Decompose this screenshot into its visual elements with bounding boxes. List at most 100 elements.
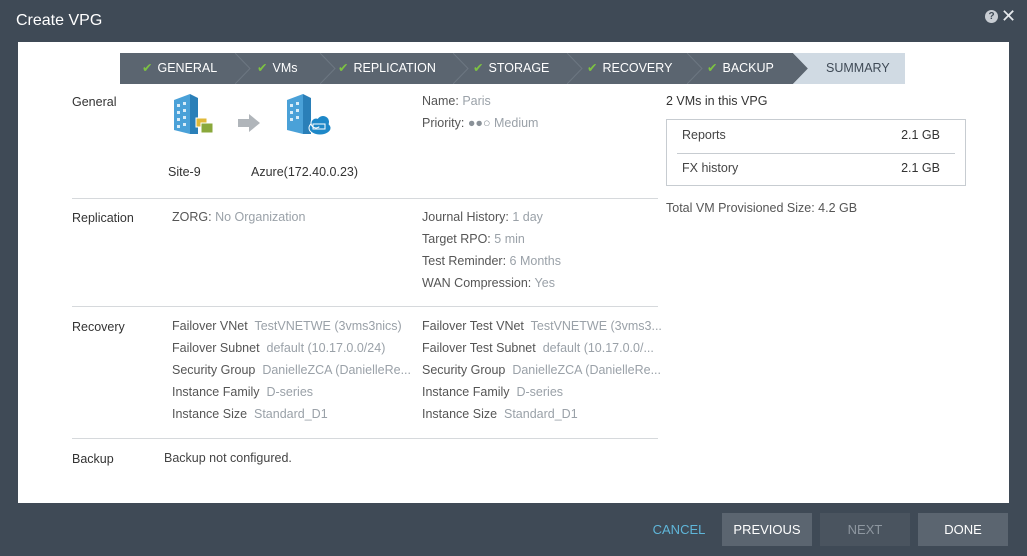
check-icon: ✔ — [142, 61, 153, 75]
journal-key: Journal History: — [422, 210, 509, 224]
reminder-value: 6 Months — [509, 254, 561, 268]
test-reminder-field: Test Reminder: 6 Months — [422, 254, 561, 268]
field-value: TestVNETWE (3vms3... — [530, 319, 662, 333]
vm-count-header: 2 VMs in this VPG — [666, 94, 768, 108]
vm-list: Reports 2.1 GB FX history 2.1 GB — [666, 119, 966, 186]
arrow-right-icon — [238, 114, 260, 132]
field-key: Instance Family — [422, 385, 510, 399]
zorg-value: No Organization — [215, 210, 306, 224]
recovery-field: Instance Family D-series — [422, 385, 563, 399]
step-backup[interactable]: ✔ BACKUP — [687, 53, 808, 84]
field-key: Security Group — [172, 363, 256, 377]
field-value: DanielleZCA (DanielleRe... — [262, 363, 412, 377]
divider — [72, 306, 658, 307]
step-summary[interactable]: SUMMARY — [793, 53, 905, 84]
check-icon: ✔ — [707, 61, 718, 75]
previous-button[interactable]: PREVIOUS — [722, 513, 812, 546]
vm-size: 2.1 GB — [901, 161, 940, 175]
done-button[interactable]: DONE — [918, 513, 1008, 546]
target-rpo-field: Target RPO: 5 min — [422, 232, 525, 246]
field-key: Instance Family — [172, 385, 260, 399]
journal-history-field: Journal History: 1 day — [422, 210, 543, 224]
rpo-value: 5 min — [494, 232, 525, 246]
target-site-name: Azure(172.40.0.23) — [251, 165, 359, 179]
field-value: Standard_D1 — [254, 407, 328, 421]
step-label: SUMMARY — [826, 61, 890, 75]
rpo-key: Target RPO: — [422, 232, 491, 246]
next-button[interactable]: NEXT — [820, 513, 910, 546]
step-label: REPLICATION — [353, 61, 436, 75]
priority-field: Priority: ●●○ Medium — [422, 116, 538, 130]
step-label: GENERAL — [157, 61, 218, 75]
priority-key: Priority: — [422, 116, 465, 130]
step-storage[interactable]: ✔ STORAGE — [453, 53, 582, 84]
step-replication[interactable]: ✔ REPLICATION — [320, 53, 468, 84]
recovery-field: Failover Test Subnet default (10.17.0.0/… — [422, 341, 654, 355]
name-field: Name: Paris — [422, 94, 491, 108]
backup-section-label: Backup — [72, 452, 114, 466]
step-label: VMs — [272, 61, 298, 75]
divider — [72, 198, 658, 199]
step-label: STORAGE — [488, 61, 550, 75]
field-key: Failover Test VNet — [422, 319, 524, 333]
cancel-button[interactable]: CANCEL — [640, 513, 718, 546]
journal-value: 1 day — [512, 210, 543, 224]
help-icon[interactable]: ? — [985, 10, 998, 23]
check-icon: ✔ — [473, 61, 484, 75]
general-section-label: General — [72, 95, 117, 109]
recovery-field: Instance Size Standard_D1 — [422, 407, 578, 421]
field-value: default (10.17.0.0/24) — [266, 341, 386, 355]
check-icon: ✔ — [587, 61, 598, 75]
replication-section-label: Replication — [72, 211, 134, 225]
field-key: Failover Test Subnet — [422, 341, 536, 355]
vm-list-item: Reports 2.1 GB — [667, 120, 965, 153]
recovery-field: Failover Test VNet TestVNETWE (3vms3... — [422, 319, 662, 333]
field-key: Security Group — [422, 363, 506, 377]
field-key: Instance Size — [422, 407, 498, 421]
priority-value: Medium — [494, 116, 539, 130]
zorg-field: ZORG: No Organization — [172, 210, 305, 224]
recovery-field: Instance Size Standard_D1 — [172, 407, 328, 421]
check-icon: ✔ — [338, 61, 349, 75]
field-value: Standard_D1 — [504, 407, 578, 421]
priority-dots-icon: ●●○ — [467, 116, 491, 130]
recovery-field: Instance Family D-series — [172, 385, 313, 399]
wan-compression-field: WAN Compression: Yes — [422, 276, 555, 290]
step-general[interactable]: ✔ GENERAL — [120, 53, 250, 84]
name-key: Name: — [422, 94, 459, 108]
window-title: Create VPG — [16, 12, 103, 29]
recovery-field: Security Group DanielleZCA (DanielleRe..… — [422, 363, 661, 377]
field-value: TestVNETWE (3vms3nics) — [254, 319, 402, 333]
step-label: BACKUP — [722, 61, 774, 75]
azure-cloud-site-icon — [287, 94, 332, 136]
vm-list-item: FX history 2.1 GB — [667, 153, 965, 186]
backup-status: Backup not configured. — [164, 451, 292, 465]
name-value: Paris — [462, 94, 491, 108]
vm-name: FX history — [682, 161, 739, 175]
field-value: D-series — [516, 385, 564, 399]
recovery-section-label: Recovery — [72, 320, 125, 334]
step-recovery[interactable]: ✔ RECOVERY — [567, 53, 702, 84]
field-value: DanielleZCA (DanielleRe... — [512, 363, 662, 377]
dialog-content: ✔ GENERAL ✔ VMs ✔ REPLICATION ✔ STORAGE ✔ REC… — [18, 42, 1009, 503]
vm-size: 2.1 GB — [901, 128, 940, 142]
total-provisioned-size: Total VM Provisioned Size: 4.2 GB — [666, 201, 857, 215]
wan-key: WAN Compression: — [422, 276, 532, 290]
site-building-icon — [174, 94, 214, 134]
wan-value: Yes — [534, 276, 555, 290]
field-key: Failover Subnet — [172, 341, 260, 355]
vm-name: Reports — [682, 128, 726, 142]
zorg-key: ZORG: — [172, 210, 212, 224]
recovery-field: Security Group DanielleZCA (DanielleRe..… — [172, 363, 411, 377]
step-label: RECOVERY — [602, 61, 673, 75]
total-value: 4.2 GB — [818, 201, 858, 215]
field-value: D-series — [266, 385, 314, 399]
total-key: Total VM Provisioned Size: — [666, 201, 815, 215]
recovery-field: Failover VNet TestVNETWE (3vms3nics) — [172, 319, 402, 333]
field-value: default (10.17.0.0/... — [542, 341, 654, 355]
field-key: Instance Size — [172, 407, 248, 421]
reminder-key: Test Reminder: — [422, 254, 507, 268]
source-site-name: Site-9 — [168, 165, 201, 179]
close-icon[interactable]: ✕ — [1001, 6, 1016, 26]
field-key: Failover VNet — [172, 319, 248, 333]
